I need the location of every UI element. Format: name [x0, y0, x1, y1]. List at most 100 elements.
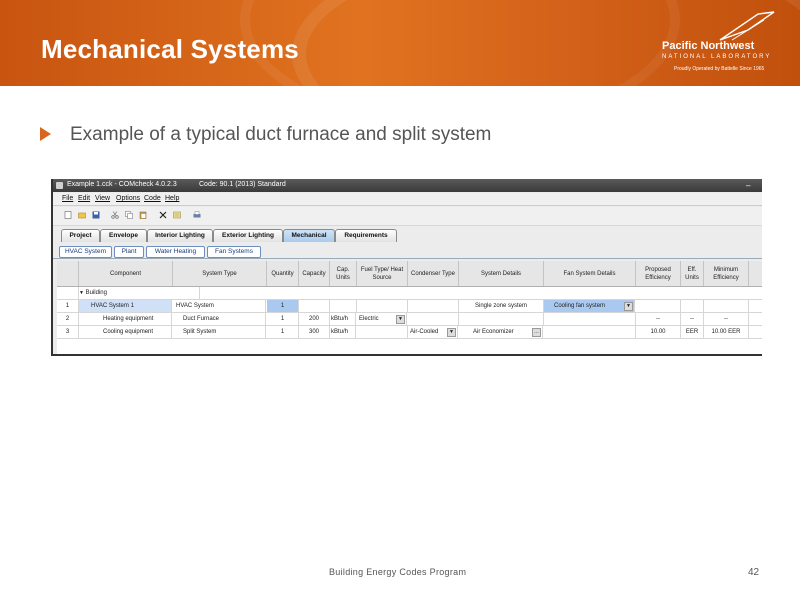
table-row-building[interactable]: ▼ Building	[57, 287, 762, 300]
print-icon[interactable]	[193, 211, 201, 219]
window-titlebar: Example 1.cck - COMcheck 4.0.2.3 Code: 9…	[53, 179, 762, 192]
eff-units-cell[interactable]	[681, 300, 704, 312]
open-folder-icon[interactable]	[78, 211, 86, 219]
sub-tabs: HVAC System Plant Water Heating Fan Syst…	[53, 245, 762, 259]
expand-triangle-icon[interactable]: ▼	[79, 290, 84, 296]
cap-units-cell[interactable]: kBtu/h	[330, 313, 356, 325]
proposed-efficiency-cell[interactable]	[636, 300, 681, 312]
eff-units-cell[interactable]: --	[681, 313, 704, 325]
quantity-cell[interactable]: 1	[267, 300, 299, 312]
col-header-system-type[interactable]: System Type	[173, 261, 267, 286]
building-label: Building	[85, 290, 107, 296]
table-row[interactable]: 3 Cooling equipment Split System 1 300 k…	[57, 326, 762, 339]
component-cell[interactable]: HVAC System 1	[79, 300, 172, 312]
menu-file[interactable]: File	[62, 195, 73, 202]
col-header-proposed-efficiency[interactable]: Proposed Efficiency	[636, 261, 681, 286]
delete-icon[interactable]	[159, 211, 167, 219]
capacity-cell[interactable]: 200	[299, 313, 330, 325]
col-header-eff-units[interactable]: Eff. Units	[681, 261, 704, 286]
tab-water-heating[interactable]: Water Heating	[146, 246, 205, 258]
minimum-efficiency-cell: --	[704, 313, 749, 325]
code-label: Code: 90.1 (2013) Standard	[199, 181, 286, 188]
fan-system-select[interactable]: Cooling fan system ▼	[544, 300, 635, 312]
fuel-type-cell[interactable]	[357, 326, 408, 338]
menu-edit[interactable]: Edit	[78, 195, 90, 202]
system-type-cell[interactable]: HVAC System	[173, 300, 266, 312]
bullet-arrow-icon	[40, 127, 51, 141]
component-cell[interactable]: Heating equipment	[79, 313, 172, 325]
table-header: Component System Type Quantity Capacity …	[57, 261, 762, 287]
proposed-efficiency-cell[interactable]: 10.00	[636, 326, 681, 338]
fuel-type-value: Electric	[359, 316, 379, 322]
table-row[interactable]: 1 HVAC System 1 HVAC System 1 Single zon…	[57, 300, 762, 313]
save-icon[interactable]	[92, 211, 100, 219]
logo-subtext: NATIONAL LABORATORY	[662, 54, 772, 60]
menu-help[interactable]: Help	[165, 195, 179, 202]
comcheck-window: Example 1.cck - COMcheck 4.0.2.3 Code: 9…	[51, 179, 762, 356]
col-header-fan-system-details[interactable]: Fan System Details	[544, 261, 636, 286]
condenser-type-cell[interactable]	[408, 300, 459, 312]
system-details-cell[interactable]	[459, 313, 544, 325]
tab-hvac-system[interactable]: HVAC System	[59, 246, 112, 258]
dropdown-arrow-icon[interactable]: ▼	[447, 328, 456, 337]
fuel-type-select[interactable]: Electric ▼	[357, 313, 407, 325]
system-details-value: Air Economizer	[473, 329, 514, 335]
menu-view[interactable]: View	[95, 195, 110, 202]
tab-requirements[interactable]: Requirements	[335, 229, 397, 242]
fan-system-cell[interactable]	[544, 326, 636, 338]
table-row[interactable]: 2 Heating equipment Duct Furnace 1 200 k…	[57, 313, 762, 326]
col-header-cap-units[interactable]: Cap. Units	[330, 261, 357, 286]
system-type-cell[interactable]: Duct Furnace	[173, 313, 266, 325]
tab-project[interactable]: Project	[61, 229, 100, 242]
col-header-minimum-efficiency[interactable]: Minimum Efficiency	[704, 261, 749, 286]
menu-options[interactable]: Options	[116, 195, 140, 202]
cut-icon[interactable]	[111, 211, 119, 219]
component-cell[interactable]: Cooling equipment	[79, 326, 172, 338]
fan-system-value: Cooling fan system	[554, 303, 606, 309]
capacity-cell[interactable]	[299, 300, 330, 312]
copy-icon[interactable]	[125, 211, 133, 219]
system-details-cell[interactable]: Single zone system	[459, 300, 544, 312]
menu-code[interactable]: Code	[144, 195, 161, 202]
condenser-type-select[interactable]: Air-Cooled ▼	[408, 326, 458, 338]
paste-icon[interactable]	[139, 211, 147, 219]
tab-plant[interactable]: Plant	[114, 246, 144, 258]
col-header-component[interactable]: Component	[79, 261, 173, 286]
col-header-number	[57, 261, 79, 286]
tab-exterior-lighting[interactable]: Exterior Lighting	[213, 229, 283, 242]
footer-text: Building Energy Codes Program	[329, 567, 467, 577]
fan-system-cell[interactable]	[544, 313, 636, 325]
col-header-condenser-type[interactable]: Condenser Type	[408, 261, 459, 286]
quantity-cell[interactable]: 1	[267, 326, 299, 338]
system-type-cell[interactable]: Split System	[173, 326, 266, 338]
tab-interior-lighting[interactable]: Interior Lighting	[147, 229, 213, 242]
building-node[interactable]: ▼ Building	[79, 287, 200, 299]
condenser-type-value: Air-Cooled	[410, 329, 439, 335]
tab-envelope[interactable]: Envelope	[100, 229, 147, 242]
page-number: 42	[748, 567, 760, 578]
capacity-cell[interactable]: 300	[299, 326, 330, 338]
cap-units-cell[interactable]: kBtu/h	[330, 326, 356, 338]
bullet-text: Example of a typical duct furnace and sp…	[70, 124, 492, 145]
add-row-icon[interactable]	[173, 211, 181, 219]
col-header-quantity[interactable]: Quantity	[267, 261, 299, 286]
new-file-icon[interactable]	[64, 211, 72, 219]
tab-mechanical[interactable]: Mechanical	[283, 229, 335, 242]
col-header-capacity[interactable]: Capacity	[299, 261, 330, 286]
hvac-table: Component System Type Quantity Capacity …	[57, 261, 762, 354]
condenser-type-cell[interactable]	[408, 313, 459, 325]
cap-units-cell[interactable]	[330, 300, 357, 312]
minimize-icon[interactable]: –	[746, 181, 750, 190]
col-header-fuel-type[interactable]: Fuel Type/ Heat Source	[357, 261, 408, 286]
more-options-icon[interactable]: …	[532, 328, 541, 337]
tab-fan-systems[interactable]: Fan Systems	[207, 246, 261, 258]
window-title: Example 1.cck - COMcheck 4.0.2.3	[67, 181, 177, 188]
quantity-cell[interactable]: 1	[267, 313, 299, 325]
system-details-cell[interactable]: Air Economizer …	[459, 326, 543, 338]
col-header-system-details[interactable]: System Details	[459, 261, 544, 286]
dropdown-arrow-icon[interactable]: ▼	[624, 302, 633, 311]
proposed-efficiency-cell[interactable]: --	[636, 313, 681, 325]
eff-units-cell[interactable]: EER	[681, 326, 704, 338]
dropdown-arrow-icon[interactable]: ▼	[396, 315, 405, 324]
fuel-type-cell[interactable]	[357, 300, 408, 312]
